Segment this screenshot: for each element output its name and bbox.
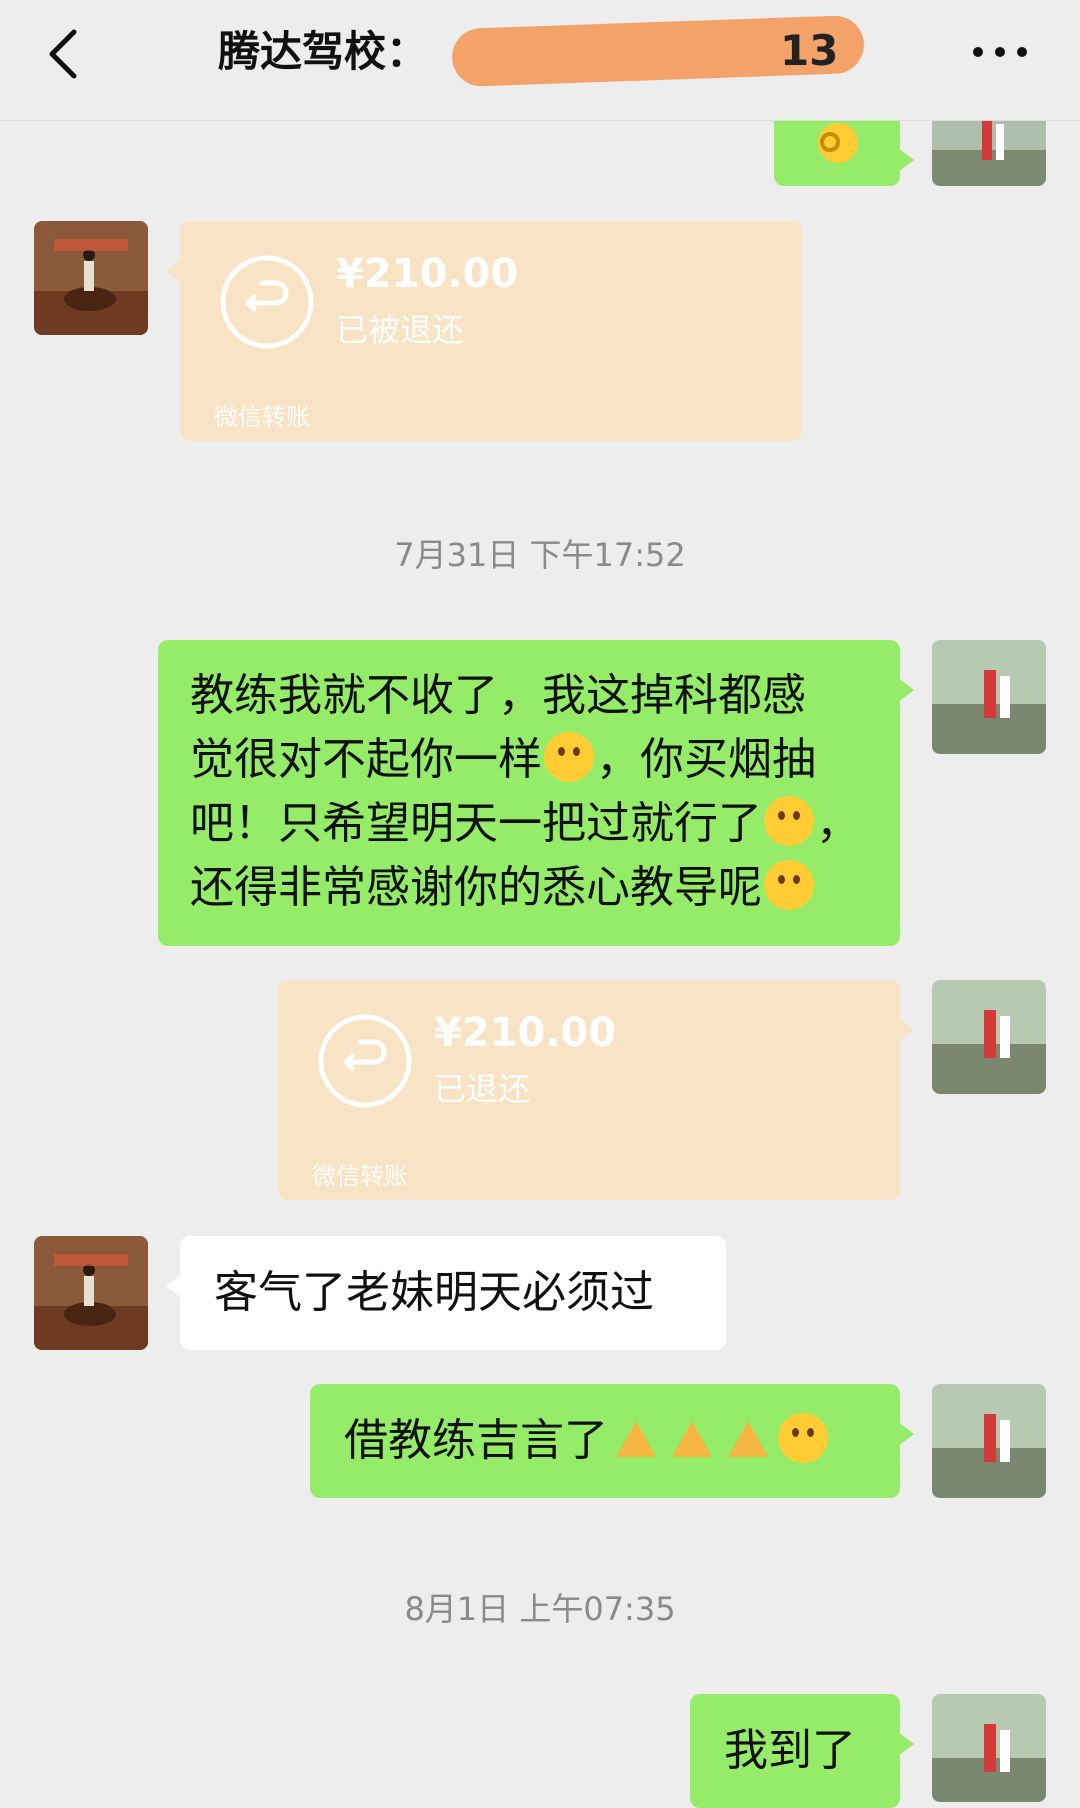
sent-transfer-card[interactable]: ¥210.00 已退还 微信转账 [278, 980, 914, 1200]
grin-emoji-icon [778, 1413, 828, 1463]
message-text: 教练我就不收了，我这掉科都感 觉很对不起你一样 ，你买烟抽 吧！只希望明天一把过就… [190, 670, 860, 913]
more-options-icon[interactable] [970, 40, 1030, 64]
praying-hands-emoji-icon [672, 1421, 712, 1457]
praying-hands-emoji-icon [728, 1421, 768, 1457]
transfer-footer: 微信转账 [312, 1162, 408, 1190]
received-transfer-card[interactable]: ¥210.00 已被退还 微信转账 [166, 221, 802, 441]
message-text: 我到了 [724, 1725, 856, 1776]
transfer-footer: 微信转账 [214, 403, 310, 431]
hiding-face-emoji-icon [764, 796, 814, 846]
transfer-status: 已退还 [434, 1070, 531, 1108]
title-partial-text: 13 [780, 26, 839, 75]
refund-return-icon [220, 255, 314, 349]
my-avatar[interactable] [932, 110, 1046, 186]
coach-avatar[interactable] [34, 1236, 148, 1350]
message-text: 借教练吉言了 [344, 1415, 608, 1466]
transfer-amount: ¥210.00 [336, 251, 519, 297]
my-avatar[interactable] [932, 1694, 1046, 1802]
sent-text-bubble[interactable]: 我到了 [690, 1694, 914, 1808]
ok-hand-emoji-icon [818, 123, 858, 163]
grin-emoji-icon [764, 860, 814, 910]
message-text: 客气了老妹明天必须过 [214, 1267, 654, 1318]
praying-hands-emoji-icon [616, 1421, 656, 1457]
refund-return-icon [318, 1014, 412, 1108]
sent-sticker-bubble[interactable] [774, 110, 914, 186]
crying-face-emoji-icon [544, 732, 594, 782]
my-avatar[interactable] [932, 1384, 1046, 1498]
chat-title: 腾达驾校： [218, 27, 429, 76]
received-text-bubble[interactable]: 客气了老妹明天必须过 [166, 1236, 726, 1350]
chat-header: 腾达驾校： 13 [0, 0, 1080, 121]
back-arrow-icon[interactable] [40, 24, 90, 84]
sent-text-bubble[interactable]: 教练我就不收了，我这掉科都感 觉很对不起你一样 ，你买烟抽 吧！只希望明天一把过就… [158, 640, 914, 946]
transfer-amount: ¥210.00 [434, 1010, 617, 1056]
timestamp: 8月1日 上午07:35 [404, 1590, 676, 1628]
coach-avatar[interactable] [34, 221, 148, 335]
transfer-status: 已被退还 [336, 311, 465, 349]
my-avatar[interactable] [932, 640, 1046, 754]
my-avatar[interactable] [932, 980, 1046, 1094]
sent-text-bubble[interactable]: 借教练吉言了 [310, 1384, 914, 1498]
timestamp: 7月31日 下午17:52 [394, 536, 686, 574]
